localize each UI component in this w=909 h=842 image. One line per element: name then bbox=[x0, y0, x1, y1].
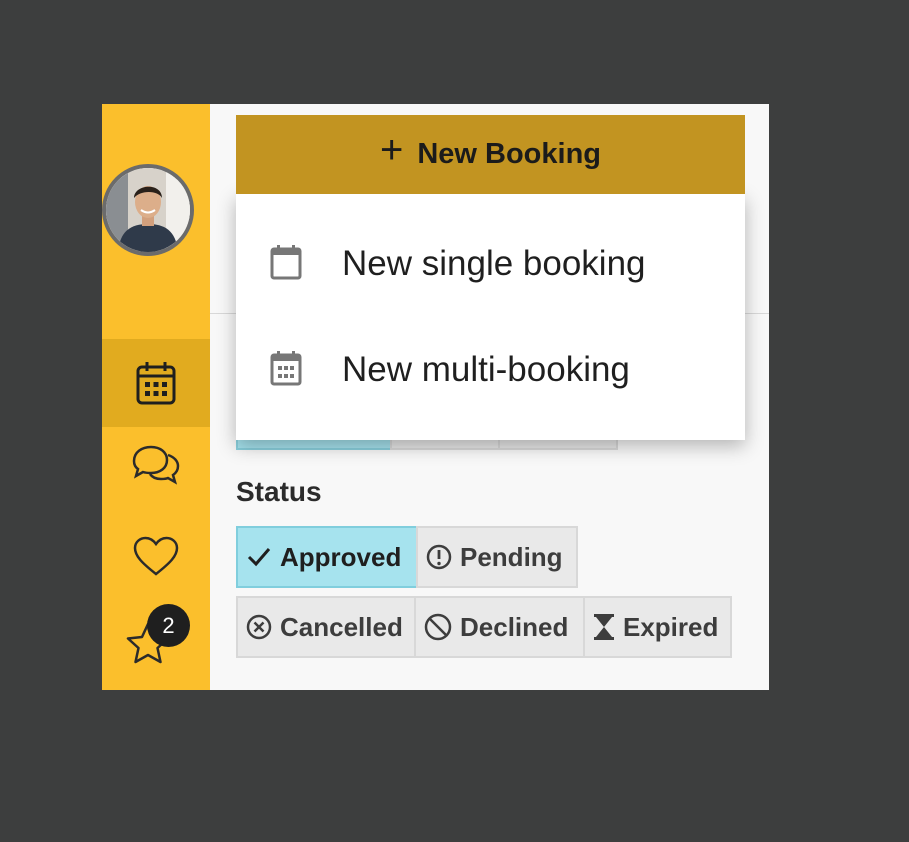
chip-label: Declined bbox=[460, 611, 569, 642]
chip-label: Expired bbox=[623, 611, 719, 642]
heart-icon bbox=[132, 535, 180, 577]
sidebar-item-favorites[interactable] bbox=[102, 512, 210, 600]
exclamation-circle-icon bbox=[426, 544, 452, 570]
x-circle-icon bbox=[246, 614, 272, 640]
chat-bubbles-icon bbox=[130, 443, 182, 485]
menu-item-label: New multi-booking bbox=[342, 350, 630, 389]
new-booking-button[interactable]: + New Booking bbox=[236, 115, 745, 194]
no-entry-icon bbox=[424, 613, 452, 641]
chip-label: Cancelled bbox=[280, 611, 403, 642]
sidebar-item-messages[interactable] bbox=[102, 420, 210, 508]
checkmark-icon bbox=[246, 546, 272, 568]
new-booking-menu: New single booking New multi-booking bbox=[236, 194, 745, 440]
calendar-empty-icon bbox=[270, 244, 302, 285]
sidebar: 2 bbox=[102, 104, 210, 690]
menu-item-label: New single booking bbox=[342, 244, 646, 283]
sidebar-item-bookings[interactable] bbox=[102, 339, 210, 427]
status-heading: Status bbox=[236, 476, 322, 507]
status-chip-cancelled[interactable]: Cancelled bbox=[236, 596, 416, 658]
chip-label: Approved bbox=[280, 541, 402, 572]
status-chip-declined[interactable]: Declined bbox=[414, 596, 585, 658]
calendar-icon bbox=[136, 361, 176, 405]
new-booking-label: New Booking bbox=[417, 138, 602, 170]
app-window: 2 Status Approved Pending Cancelled Decl… bbox=[102, 104, 769, 690]
chip-label: Pending bbox=[460, 541, 563, 572]
menu-item-new-multi-booking[interactable]: New multi-booking bbox=[236, 320, 745, 420]
calendar-grid-icon bbox=[270, 350, 302, 391]
status-chip-expired[interactable]: Expired bbox=[583, 596, 732, 658]
menu-item-new-single-booking[interactable]: New single booking bbox=[236, 214, 745, 314]
plus-icon: + bbox=[379, 128, 404, 172]
status-chip-pending[interactable]: Pending bbox=[416, 526, 578, 588]
hourglass-icon bbox=[593, 613, 615, 641]
status-chip-approved[interactable]: Approved bbox=[236, 526, 418, 588]
notification-badge: 2 bbox=[147, 604, 190, 647]
avatar[interactable] bbox=[102, 164, 194, 256]
